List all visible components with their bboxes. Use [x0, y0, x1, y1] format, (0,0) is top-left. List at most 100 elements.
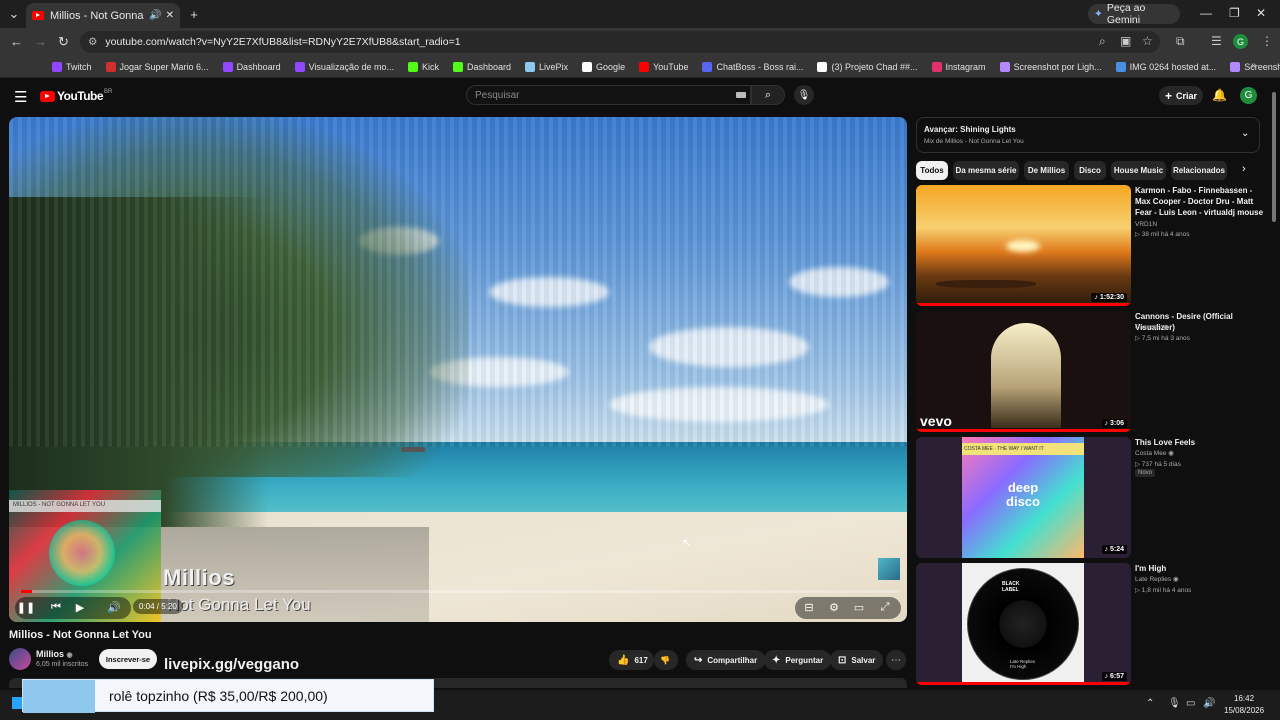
- zoom-icon[interactable]: ⌕: [1099, 34, 1106, 49]
- next-icon[interactable]: ▶: [69, 597, 91, 617]
- recommendation-thumbnail[interactable]: ♪ 1:52:30: [916, 185, 1131, 306]
- bookmark-favicon-icon: [931, 61, 942, 72]
- restore-icon[interactable]: ❐: [1229, 6, 1240, 20]
- mix-playlist-card[interactable]: [916, 117, 1260, 153]
- vevo-logo: vevo: [920, 413, 952, 429]
- chevron-down-icon[interactable]: ⌄: [1241, 128, 1249, 139]
- site-info-icon[interactable]: ⚙: [88, 36, 97, 48]
- notifications-bell-icon[interactable]: 🔔: [1212, 88, 1227, 102]
- tray-mic-icon[interactable]: 🎙: [1168, 698, 1181, 709]
- volume-icon[interactable]: 🔊: [103, 597, 125, 617]
- chip-house-music[interactable]: House Music: [1111, 161, 1166, 180]
- share-button[interactable]: ↪ Compartilhar: [686, 650, 766, 670]
- previous-icon[interactable]: ⏮: [45, 597, 67, 617]
- dislike-button[interactable]: 👎: [654, 650, 678, 670]
- recommendation-title[interactable]: I'm High: [1135, 563, 1265, 574]
- system-clock[interactable]: 16:42 15/08/2026: [1224, 693, 1264, 717]
- minimize-icon[interactable]: —: [1200, 6, 1212, 20]
- video-progress-bar[interactable]: [21, 590, 899, 593]
- youtube-logo[interactable]: YouTube BR: [40, 89, 112, 103]
- back-icon[interactable]: ←: [10, 34, 23, 49]
- channel-avatar[interactable]: [9, 648, 31, 670]
- recommendation-channel[interactable]: Costa Mee ◉: [1135, 448, 1174, 459]
- create-button[interactable]: + Criar: [1159, 86, 1203, 105]
- bookmark-item[interactable]: Visualização de mo...: [294, 61, 394, 72]
- search-button[interactable]: ⌕: [751, 85, 785, 105]
- bookmarks-overflow-icon[interactable]: »: [1251, 60, 1257, 71]
- bookmark-item[interactable]: Instagram: [931, 61, 986, 72]
- browser-menu-icon[interactable]: ⋮: [1261, 34, 1273, 48]
- video-player[interactable]: MILLIOS - NOT GONNA LET YOU Millios Not …: [9, 117, 907, 622]
- watched-bar: [916, 429, 1131, 432]
- bookmark-item[interactable]: Kick: [407, 61, 439, 72]
- bookmark-item[interactable]: YouTube: [639, 61, 688, 72]
- like-button[interactable]: 👍 617: [609, 650, 654, 670]
- voice-search-button[interactable]: 🎙: [794, 85, 814, 105]
- tray-network-icon[interactable]: ▭: [1186, 698, 1195, 709]
- bookmark-item[interactable]: LivePix: [525, 61, 568, 72]
- keyboard-icon[interactable]: [736, 92, 746, 98]
- extensions-icon[interactable]: ⧉: [1176, 34, 1185, 49]
- bookmark-favicon-icon: [1230, 61, 1241, 72]
- bookmark-item[interactable]: (3) Projeto Chad ##...: [817, 61, 918, 72]
- forward-icon[interactable]: →: [34, 34, 47, 49]
- bookmark-item[interactable]: Screenshot por Ligh...: [999, 61, 1102, 72]
- end-screen-thumbnail[interactable]: [878, 558, 900, 580]
- bookmark-item[interactable]: ChatBoss - Boss rai...: [702, 61, 803, 72]
- ask-button[interactable]: ✦ Perguntar: [764, 650, 832, 670]
- video-frame-boat: [401, 447, 425, 452]
- install-app-icon[interactable]: ▣: [1120, 34, 1131, 48]
- fullscreen-icon[interactable]: ⤢: [874, 597, 896, 617]
- account-avatar[interactable]: G: [1240, 87, 1257, 104]
- bookmark-star-icon[interactable]: ☆: [1142, 34, 1153, 48]
- bookmark-item[interactable]: Twitch: [52, 61, 92, 72]
- recommendation-title[interactable]: This Love Feels: [1135, 437, 1265, 448]
- chevron-right-icon[interactable]: ›: [1242, 163, 1246, 175]
- verified-icon: ◉: [1162, 324, 1169, 331]
- bookmark-item[interactable]: IMG 0264 hosted at...: [1115, 61, 1216, 72]
- bookmark-favicon-icon: [639, 61, 650, 72]
- chip-disco[interactable]: Disco: [1074, 161, 1106, 180]
- address-bar[interactable]: ⚙ youtube.com/watch?v=NyY2E7XfUB8&list=R…: [80, 31, 1160, 53]
- recommendation-thumbnail[interactable]: COSTA MEE · THE WAY I WANT IT deep disco…: [916, 437, 1131, 558]
- search-input[interactable]: Pesquisar: [466, 85, 751, 105]
- new-tab-button[interactable]: +: [184, 4, 204, 24]
- subscribe-button[interactable]: Inscrever-se: [99, 649, 157, 669]
- pause-icon[interactable]: ❚❚: [15, 597, 37, 617]
- recommendation-thumbnail[interactable]: BLACK LABEL Late Replies I'm High ♪ 6:57: [916, 563, 1131, 685]
- recommendation-thumbnail[interactable]: vevo ♪ 3:06: [916, 311, 1131, 432]
- settings-gear-icon[interactable]: ⚙: [823, 597, 845, 617]
- chip-todos[interactable]: Todos: [916, 161, 948, 180]
- chip-from-millios[interactable]: De Millios: [1024, 161, 1069, 180]
- progress-fill: [21, 590, 32, 593]
- chip-related[interactable]: Relacionados: [1171, 161, 1227, 180]
- recommendation-title[interactable]: Karmon - Fabo - Finnebassen - Max Cooper…: [1135, 185, 1265, 218]
- audio-playing-icon[interactable]: 🔊: [149, 10, 161, 21]
- recommendation-channel[interactable]: Cannons ◉: [1135, 322, 1169, 333]
- reading-list-icon[interactable]: ☰: [1211, 34, 1222, 48]
- save-button[interactable]: ⊡ Salvar: [830, 650, 884, 670]
- subtitles-icon[interactable]: ⊟: [798, 597, 820, 617]
- recommendation-channel[interactable]: Late Replies ◉: [1135, 574, 1179, 585]
- bookmark-item[interactable]: Jogar Super Mario 6...: [105, 61, 209, 72]
- duration-badge: ♪ 1:52:30: [1091, 293, 1127, 302]
- close-window-icon[interactable]: ✕: [1256, 6, 1266, 20]
- browser-tab-active[interactable]: Millios - Not Gonna Let You 🔊 ✕: [26, 3, 180, 28]
- tab-search-icon[interactable]: ⌄: [4, 4, 24, 24]
- more-actions-icon[interactable]: ⋯: [886, 650, 906, 670]
- bookmark-item[interactable]: Google: [582, 61, 625, 72]
- reload-icon[interactable]: ↻: [58, 34, 69, 50]
- gemini-button[interactable]: ✦ Peça ao Gemini: [1088, 2, 1180, 26]
- bookmark-item[interactable]: Dashboard: [453, 61, 511, 72]
- playlist-subtitle: Mix de Millios - Not Gonna Let You: [924, 138, 1024, 145]
- page-scrollbar[interactable]: [1272, 92, 1276, 222]
- close-tab-icon[interactable]: ✕: [166, 10, 174, 21]
- tray-chevron-icon[interactable]: ⌃: [1146, 698, 1154, 709]
- profile-avatar[interactable]: G: [1233, 34, 1248, 49]
- hamburger-menu-icon[interactable]: ☰: [14, 88, 27, 106]
- chip-same-series[interactable]: Da mesma série: [953, 161, 1019, 180]
- channel-name[interactable]: Millios ◉: [36, 649, 73, 659]
- bookmark-item[interactable]: Dashboard: [222, 61, 281, 72]
- miniplayer-icon[interactable]: ▭: [848, 597, 870, 617]
- tray-volume-icon[interactable]: 🔊: [1203, 698, 1215, 709]
